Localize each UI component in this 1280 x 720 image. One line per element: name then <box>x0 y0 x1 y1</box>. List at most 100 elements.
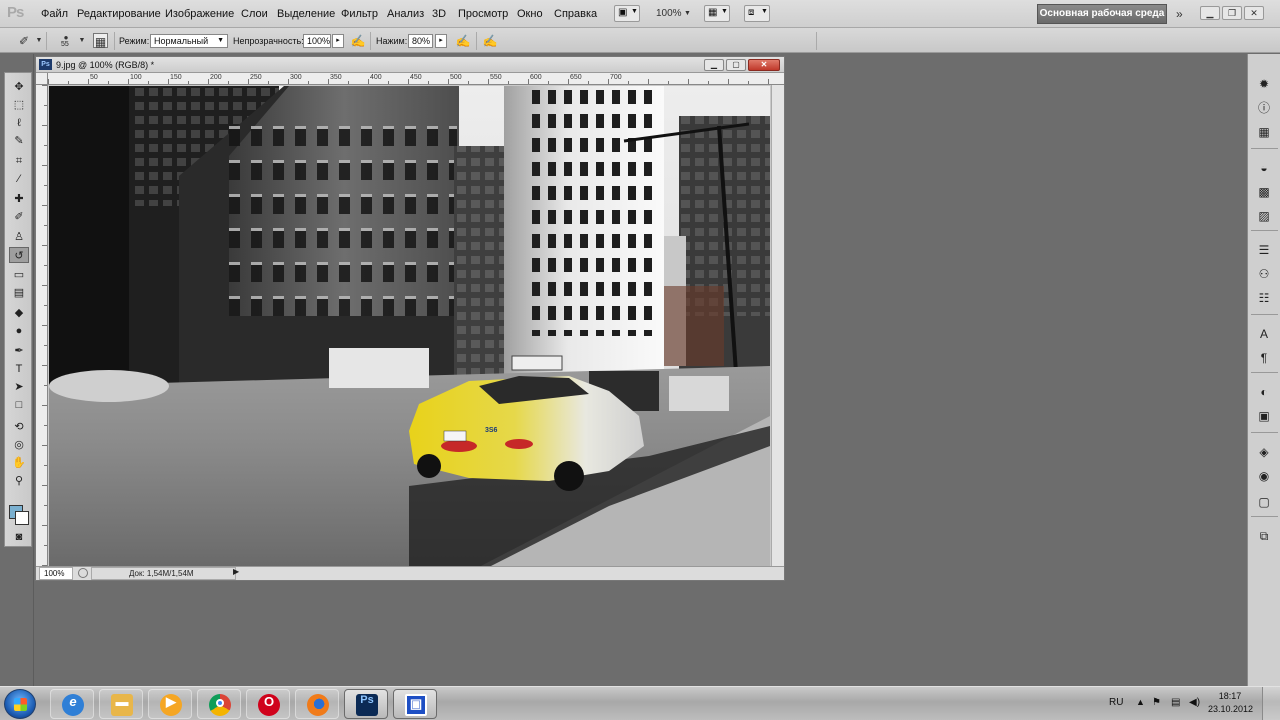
taskbar-explorer[interactable]: ▬ <box>99 689 143 719</box>
shape-tool-icon[interactable]: □ <box>9 397 29 413</box>
horizontal-ruler[interactable]: 50 100 150 200 250 300 350 400 450 500 550 600 650 70… <box>48 73 784 85</box>
background-color-swatch[interactable] <box>15 511 29 525</box>
menu-layers[interactable]: Слои <box>241 8 268 20</box>
paragraph-panel-icon[interactable]: ¶ <box>1256 350 1272 366</box>
clone-source-panel-icon[interactable]: ◐ <box>1256 384 1272 400</box>
document-title-bar[interactable]: Ps 9.jpg @ 100% (RGB/8) * ▁ ▢ ✕ <box>36 57 784 73</box>
taskbar-opera[interactable]: O <box>246 689 290 719</box>
document-maximize-button[interactable]: ▢ <box>726 59 746 71</box>
screen-mode-button[interactable]: ▣ ▼ <box>614 5 640 22</box>
dodge-tool-icon[interactable]: ● <box>9 323 29 339</box>
chevron-down-icon[interactable]: ▼ <box>31 33 47 49</box>
language-indicator[interactable]: RU <box>1109 697 1123 708</box>
vertical-ruler[interactable] <box>36 85 48 566</box>
quick-mask-icon[interactable]: ◙ <box>9 529 29 545</box>
masks-panel-icon[interactable]: ⚇ <box>1256 266 1272 282</box>
color-panel-icon[interactable]: ◒ <box>1256 160 1272 176</box>
menu-window[interactable]: Окно <box>517 8 543 20</box>
adjustments-panel-icon[interactable]: ☰ <box>1256 242 1272 258</box>
document-close-button[interactable]: ✕ <box>748 59 780 71</box>
start-button[interactable] <box>4 689 36 719</box>
image-canvas[interactable]: 3S6 <box>49 86 770 567</box>
quick-select-tool-icon[interactable]: ✎ <box>9 133 29 149</box>
zoom-field[interactable]: 100% <box>39 567 73 580</box>
gradient-tool-icon[interactable]: ▤ <box>9 285 29 301</box>
vertical-scrollbar[interactable] <box>771 85 784 566</box>
channels-panel-icon[interactable]: ◉ <box>1256 468 1272 484</box>
action-center-flag-icon[interactable]: ⚑ <box>1152 697 1161 708</box>
restore-button[interactable]: ❐ <box>1222 6 1242 20</box>
3d-orbit-tool-icon[interactable]: ◎ <box>9 437 29 453</box>
lasso-tool-icon[interactable]: ℓ <box>9 115 29 131</box>
marquee-tool-icon[interactable]: ⬚ <box>9 97 29 113</box>
arrange-documents-button[interactable]: ▦ ▼ <box>704 5 730 22</box>
ruler-origin[interactable] <box>36 73 48 85</box>
brush-tool-icon[interactable]: ✐ <box>9 209 29 225</box>
type-tool-icon[interactable]: T <box>9 361 29 377</box>
menu-view[interactable]: Просмотр <box>458 8 508 20</box>
layers-panel-icon[interactable]: ◈ <box>1256 444 1272 460</box>
taskbar-chrome[interactable] <box>197 689 241 719</box>
navigator-panel-icon[interactable]: ✹ <box>1256 76 1272 92</box>
menu-analysis[interactable]: Анализ <box>387 8 424 20</box>
histogram-panel-icon[interactable]: ▦ <box>1256 124 1272 140</box>
hand-tool-icon[interactable]: ✋ <box>9 455 29 471</box>
pen-tool-icon[interactable]: ✒ <box>9 343 29 359</box>
chevron-down-icon[interactable]: ▼ <box>684 10 691 17</box>
menu-edit[interactable]: Редактирование <box>77 8 161 20</box>
paths-panel-icon[interactable]: ▢ <box>1256 494 1272 510</box>
workspace-button[interactable]: Основная рабочая среда <box>1037 4 1167 24</box>
show-desktop-button[interactable] <box>1262 687 1280 720</box>
3d-rotate-tool-icon[interactable]: ⟲ <box>9 419 29 435</box>
actions-panel-icon[interactable]: ☷ <box>1256 290 1272 306</box>
tray-chevron-icon[interactable]: ▲ <box>1136 697 1145 707</box>
taskbar-media-player[interactable]: ▶ <box>148 689 192 719</box>
brush-panel-toggle-icon[interactable]: ▦ <box>93 33 108 49</box>
notes-panel-icon[interactable]: ▣ <box>1256 408 1272 424</box>
mode-select[interactable]: Нормальный ▼ <box>150 34 228 48</box>
opacity-pressure-icon[interactable]: ✍ <box>350 33 366 49</box>
status-menu-arrow-icon[interactable]: ▶ <box>233 567 239 576</box>
eyedropper-tool-icon[interactable]: ⁄ <box>9 171 29 187</box>
zoom-level-menu[interactable]: 100% <box>656 8 682 19</box>
close-button[interactable]: ✕ <box>1244 6 1264 20</box>
menu-file[interactable]: Файл <box>41 8 68 20</box>
menu-filter[interactable]: Фильтр <box>341 8 378 20</box>
menu-3d[interactable]: 3D <box>432 8 446 20</box>
menu-help[interactable]: Справка <box>554 8 597 20</box>
history-brush-icon[interactable]: ✐ <box>16 33 32 49</box>
document-size[interactable]: Док: 1,54M/1,54M <box>91 567 236 580</box>
history-panel-icon[interactable]: ⧉ <box>1256 528 1272 544</box>
status-info-icon[interactable] <box>78 568 88 578</box>
styles-panel-icon[interactable]: ▨ <box>1256 208 1272 224</box>
crop-tool-icon[interactable]: ⌗ <box>9 153 29 169</box>
clone-stamp-tool-icon[interactable]: ♙ <box>9 229 29 245</box>
pressure-input[interactable]: 80% <box>408 34 433 48</box>
document-minimize-button[interactable]: ▁ <box>704 59 724 71</box>
taskbar-photoshop[interactable]: Ps <box>344 689 388 719</box>
path-select-tool-icon[interactable]: ➤ <box>9 379 29 395</box>
taskbar-internet-explorer[interactable]: e <box>50 689 94 719</box>
opacity-slider-button[interactable]: ▸ <box>332 34 344 48</box>
airbrush-icon[interactable]: ✍ <box>455 33 471 49</box>
taskbar-screen-recorder[interactable]: ▣ <box>393 689 437 719</box>
info-panel-icon[interactable]: ⓘ <box>1256 100 1272 116</box>
menu-image[interactable]: Изображение <box>165 8 234 20</box>
spot-healing-tool-icon[interactable]: ✚ <box>9 191 29 207</box>
pressure-slider-button[interactable]: ▸ <box>435 34 447 48</box>
opacity-input[interactable]: 100% <box>303 34 331 48</box>
swatches-panel-icon[interactable]: ▩ <box>1256 184 1272 200</box>
minimize-button[interactable]: ▁ <box>1200 6 1220 20</box>
move-tool-icon[interactable]: ✥ <box>9 79 29 95</box>
extras-button[interactable]: ⧈ ▼ <box>744 5 770 22</box>
zoom-tool-icon[interactable]: ⚲ <box>9 473 29 489</box>
taskbar-firefox[interactable] <box>295 689 339 719</box>
eraser-tool-icon[interactable]: ▭ <box>9 267 29 283</box>
tablet-pressure-icon[interactable]: ✍ <box>482 33 498 49</box>
network-icon[interactable]: ▤ <box>1171 697 1180 708</box>
menu-select[interactable]: Выделение <box>277 8 335 20</box>
chevron-down-icon[interactable]: ▼ <box>74 33 90 49</box>
blur-tool-icon[interactable]: ◆ <box>9 305 29 321</box>
history-brush-tool-icon[interactable]: ↺ <box>9 247 29 263</box>
overflow-chevron-icon[interactable]: » <box>1176 7 1183 21</box>
